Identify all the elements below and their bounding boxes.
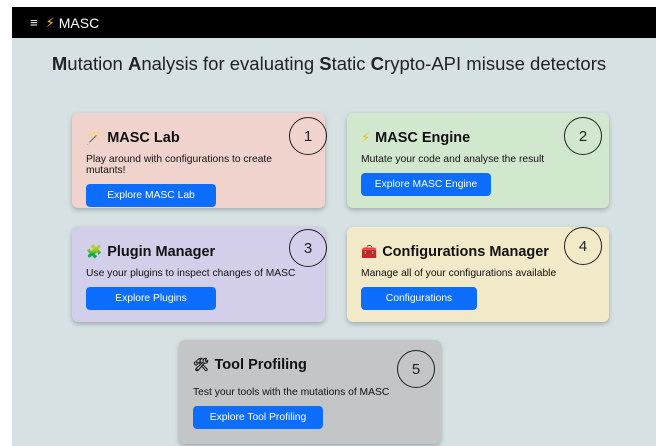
explore-masc-engine-button[interactable]: Explore MASC Engine [361,173,491,196]
configurations-button[interactable]: Configurations [361,287,477,310]
card-title: ⚡ MASC Engine [361,130,471,146]
number-badge: 5 [397,350,435,388]
explore-tool-profiling-button[interactable]: Explore Tool Profiling [193,406,323,429]
card-description: Play around with configurations to creat… [86,154,273,176]
configurations-manager-card: 🧰 Configurations Manager Manage all of y… [347,227,609,322]
tools-icon: 🛠 [193,357,210,372]
number-badge: 4 [564,227,602,265]
top-navbar: ≡ ⚡ MASC [12,7,656,38]
bolt-icon: ⚡ [361,130,371,145]
card-title: 🧩 Plugin Manager [86,244,216,260]
card-title: 🛠 Tool Profiling [193,357,307,373]
explore-plugins-button[interactable]: Explore Plugins [86,287,216,310]
masc-lab-card: 🪄 MASC Lab Play around with configuratio… [72,113,327,208]
hamburger-menu-icon[interactable]: ≡ [30,15,38,30]
card-title: 🧰 Configurations Manager [361,244,549,260]
card-description: Test your tools with the mutations of MA… [193,387,390,398]
card-description: Manage all of your configurations availa… [361,268,557,279]
main-content: Mutation Analysis for evaluating Static … [12,38,656,446]
puzzle-icon: 🧩 [86,244,103,259]
number-badge: 3 [289,229,327,267]
masc-engine-card: ⚡ MASC Engine Mutate your code and analy… [347,113,609,208]
number-badge: 1 [289,117,327,155]
explore-masc-lab-button[interactable]: Explore MASC Lab [86,184,216,207]
card-description: Use your plugins to inspect changes of M… [86,268,296,279]
number-badge: 2 [564,117,602,155]
toolbox-icon: 🧰 [361,244,378,259]
brand-name[interactable]: MASC [59,15,99,31]
wand-icon: 🪄 [86,130,103,145]
card-title: 🪄 MASC Lab [86,130,180,146]
page-title: Mutation Analysis for evaluating Static … [51,53,607,74]
tool-profiling-card: 🛠 Tool Profiling Test your tools with th… [179,340,441,444]
card-description: Mutate your code and analyse the result [361,154,545,165]
bolt-logo-icon: ⚡ [45,14,55,30]
plugin-manager-card: 🧩 Plugin Manager Use your plugins to ins… [72,227,327,322]
